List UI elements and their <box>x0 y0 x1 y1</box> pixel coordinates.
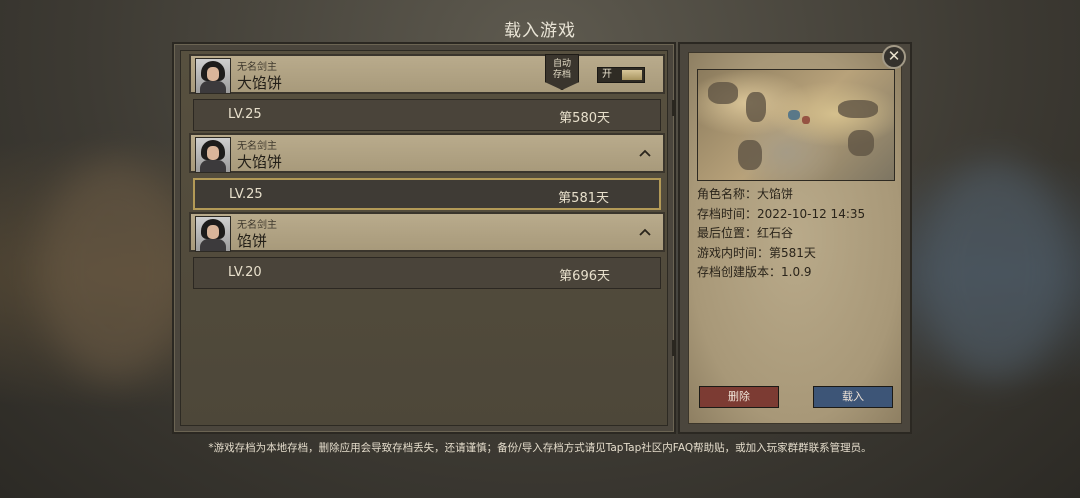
save-map-thumbnail <box>697 69 895 181</box>
footer-notice: *游戏存档为本地存档，删除应用会导致存档丢失，还请谨慎；备份/导入存档方式请见T… <box>208 442 872 454</box>
save-slot-row[interactable]: LV.25 第580天 <box>193 99 661 131</box>
save-list-panel: 无名剑主 大馅饼 自动 存档 开 LV.25 第580天 无名剑主 大馅饼 LV… <box>172 42 676 434</box>
save-details: 角色名称：大馅饼 存档时间：2022-10-12 14:35 最后位置：红石谷 … <box>697 185 865 283</box>
save-header[interactable]: 无名剑主 大馅饼 自动 存档 开 <box>189 54 665 94</box>
close-icon[interactable]: ✕ <box>882 45 906 69</box>
save-slot-row[interactable]: LV.20 第696天 <box>193 257 661 289</box>
save-level: LV.20 <box>228 265 262 280</box>
save-level: LV.25 <box>229 187 263 202</box>
save-day: 第580天 <box>559 111 610 126</box>
save-header[interactable]: 无名剑主 大馅饼 <box>189 133 665 173</box>
save-slot-row-selected[interactable]: LV.25 第581天 <box>193 178 661 210</box>
load-button[interactable]: 载入 <box>813 386 893 408</box>
save-subtitle: 无名剑主 <box>237 141 277 152</box>
chevron-up-icon[interactable] <box>639 224 651 240</box>
page-title: 载入游戏 <box>504 21 576 41</box>
panel-divider-mark <box>672 100 676 116</box>
save-detail-panel: 角色名称：大馅饼 存档时间：2022-10-12 14:35 最后位置：红石谷 … <box>678 42 912 434</box>
delete-button[interactable]: 删除 <box>699 386 779 408</box>
avatar <box>195 58 231 94</box>
detail-version: 存档创建版本：1.0.9 <box>697 265 812 279</box>
avatar <box>195 216 231 252</box>
save-header[interactable]: 无名剑主 馅饼 <box>189 212 665 252</box>
panel-divider-mark <box>672 340 676 356</box>
detail-character-name: 角色名称：大馅饼 <box>697 187 794 201</box>
avatar <box>195 137 231 173</box>
detail-ingame-time: 游戏内时间：第581天 <box>697 245 816 260</box>
save-subtitle: 无名剑主 <box>237 220 277 231</box>
save-day: 第581天 <box>558 191 609 206</box>
detail-parchment: 角色名称：大馅饼 存档时间：2022-10-12 14:35 最后位置：红石谷 … <box>688 52 902 424</box>
toggle-knob <box>622 70 642 80</box>
save-name: 大馅饼 <box>237 153 283 171</box>
save-day: 第696天 <box>559 269 610 284</box>
save-name: 大馅饼 <box>237 74 283 92</box>
save-list: 无名剑主 大馅饼 自动 存档 开 LV.25 第580天 无名剑主 大馅饼 LV… <box>180 50 668 426</box>
toggle-label: 开 <box>602 69 612 80</box>
save-subtitle: 无名剑主 <box>237 62 277 73</box>
autosave-badge: 自动 存档 <box>545 54 579 90</box>
chevron-up-icon[interactable] <box>639 145 651 161</box>
detail-last-location: 最后位置：红石谷 <box>697 226 794 240</box>
save-level: LV.25 <box>228 107 262 122</box>
autosave-toggle[interactable]: 开 <box>597 67 645 83</box>
save-name: 馅饼 <box>237 232 268 250</box>
detail-save-time: 存档时间：2022-10-12 14:35 <box>697 206 866 221</box>
